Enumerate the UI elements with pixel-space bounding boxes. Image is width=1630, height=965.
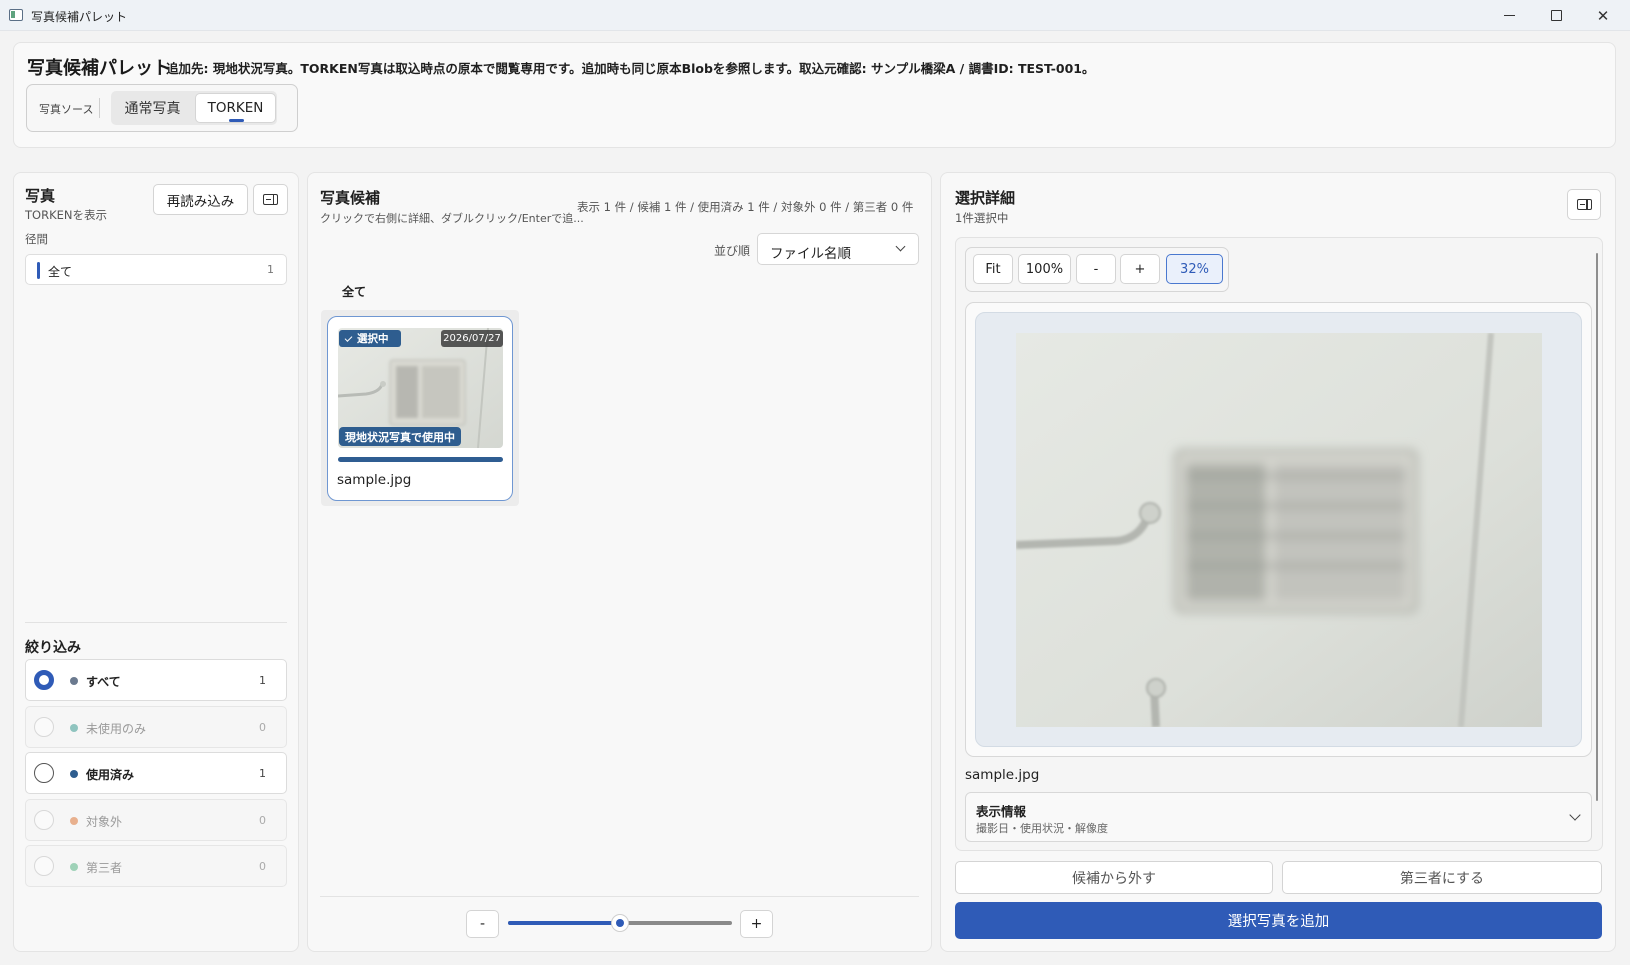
detail-subtitle: 1件選択中 [955, 211, 1009, 225]
pane-toggle-icon [1576, 199, 1592, 210]
add-selected-photo-button[interactable]: 選択写真を追加 [955, 902, 1602, 939]
photo-file-name: sample.jpg [337, 472, 412, 488]
span-item-label: 全て [48, 265, 73, 279]
thumbnail-zoom-in-button[interactable]: + [740, 910, 773, 938]
slider-fill [508, 921, 620, 925]
radio-button[interactable] [34, 717, 54, 737]
photo-panel-title: 写真 [25, 187, 56, 205]
photo-panel-subtitle: TORKENを表示 [25, 208, 107, 222]
mark-third-party-button[interactable]: 第三者にする [1282, 861, 1602, 894]
span-heading: 径間 [25, 232, 48, 246]
display-info-subtitle: 撮影日・使用状況・解像度 [976, 822, 1108, 835]
usage-badge: 現地状況写真で使用中 [339, 427, 461, 446]
remove-from-candidates-button[interactable]: 候補から外す [955, 861, 1273, 894]
sort-value: ファイル名順 [770, 246, 851, 262]
candidates-hint: クリックで右側に詳細、ダブルクリック/Enterで追... [320, 212, 584, 225]
zoom-in-button[interactable]: + [1120, 254, 1160, 284]
status-dot [70, 863, 78, 871]
filter-count: 1 [259, 767, 266, 780]
filter-count: 0 [259, 860, 266, 873]
app-icon [9, 9, 23, 21]
divider [25, 622, 287, 623]
filter-label: 第三者 [86, 861, 123, 875]
radio-button[interactable] [34, 810, 54, 830]
selected-indicator [37, 262, 40, 279]
candidates-title: 写真候補 [320, 189, 381, 207]
scrollbar[interactable] [1596, 253, 1598, 801]
selected-badge: 選択中 [339, 330, 401, 347]
selected-badge-label: 選択中 [357, 333, 389, 345]
thumbnail-zoom-out-button[interactable]: - [466, 910, 499, 938]
filter-heading: 絞り込み [25, 640, 81, 656]
title-bar: 写真候補パレット ✕ [0, 0, 1630, 31]
status-dot [70, 817, 78, 825]
header-note: 追加先: 現地状況写真。TORKEN写真は取込時点の原本で閲覧専用です。追加時も… [166, 61, 1095, 76]
minimize-button[interactable] [1486, 0, 1532, 31]
status-dot [70, 770, 78, 778]
filter-option-all[interactable]: すべて 1 [25, 659, 287, 701]
radio-button[interactable] [34, 763, 54, 783]
checkmark-icon [344, 333, 353, 342]
radio-button[interactable] [34, 856, 54, 876]
close-icon: ✕ [1596, 6, 1610, 25]
detail-title: 選択詳細 [955, 189, 1016, 207]
preview-image [1016, 333, 1542, 727]
pane-toggle-icon [263, 194, 278, 205]
zoom-out-button[interactable]: - [1076, 254, 1116, 284]
source-tab-normal[interactable]: 通常写真 [111, 91, 194, 125]
status-dot [70, 677, 78, 685]
maximize-button[interactable] [1533, 0, 1579, 31]
reload-button[interactable]: 再読み込み [153, 184, 248, 215]
divider [99, 98, 100, 118]
maximize-icon [1550, 10, 1562, 21]
filter-option-used[interactable]: 使用済み 1 [25, 752, 287, 794]
filter-count: 0 [259, 721, 266, 734]
span-item-all[interactable]: 全て 1 [25, 254, 287, 285]
zoom-100-button[interactable]: 100% [1018, 254, 1071, 284]
usage-bar [338, 457, 503, 462]
filter-label: 対象外 [86, 815, 123, 829]
candidates-stats: 表示 1 件 / 候補 1 件 / 使用済み 1 件 / 対象外 0 件 / 第… [577, 200, 914, 214]
slider-handle[interactable] [611, 914, 629, 932]
sort-dropdown[interactable]: ファイル名順 [757, 233, 919, 265]
filter-option-unused[interactable]: 未使用のみ 0 [25, 706, 287, 748]
photo-preview[interactable] [1016, 333, 1542, 727]
group-header: 全て [342, 285, 367, 299]
span-item-count: 1 [267, 263, 274, 276]
page-title: 写真候補パレット [27, 58, 171, 79]
close-button[interactable]: ✕ [1580, 0, 1626, 31]
zoom-level-indicator[interactable]: 32% [1166, 254, 1223, 284]
filter-count: 0 [259, 814, 266, 827]
photo-candidates-panel [307, 172, 932, 952]
selected-tab-indicator [229, 119, 244, 122]
status-dot [70, 724, 78, 732]
chevron-down-icon [895, 241, 906, 252]
photo-source-label: 写真ソース [39, 103, 94, 116]
zoom-fit-button[interactable]: Fit [973, 254, 1013, 284]
date-badge: 2026/07/27 [441, 330, 503, 347]
filter-option-third-party[interactable]: 第三者 0 [25, 845, 287, 887]
divider [320, 896, 919, 897]
window-title: 写真候補パレット [31, 10, 128, 24]
display-info-title: 表示情報 [976, 804, 1027, 819]
filter-label: 未使用のみ [86, 722, 147, 736]
sort-label: 並び順 [714, 244, 751, 258]
collapse-right-pane-button[interactable] [1567, 189, 1601, 220]
filter-count: 1 [259, 674, 266, 687]
preview-file-name: sample.jpg [965, 767, 1040, 783]
filter-label: すべて [86, 675, 121, 689]
minimize-icon [1503, 14, 1515, 17]
collapse-left-pane-button[interactable] [253, 184, 288, 215]
radio-button-checked[interactable] [34, 670, 54, 690]
filter-label: 使用済み [86, 768, 135, 782]
filter-option-excluded[interactable]: 対象外 0 [25, 799, 287, 841]
